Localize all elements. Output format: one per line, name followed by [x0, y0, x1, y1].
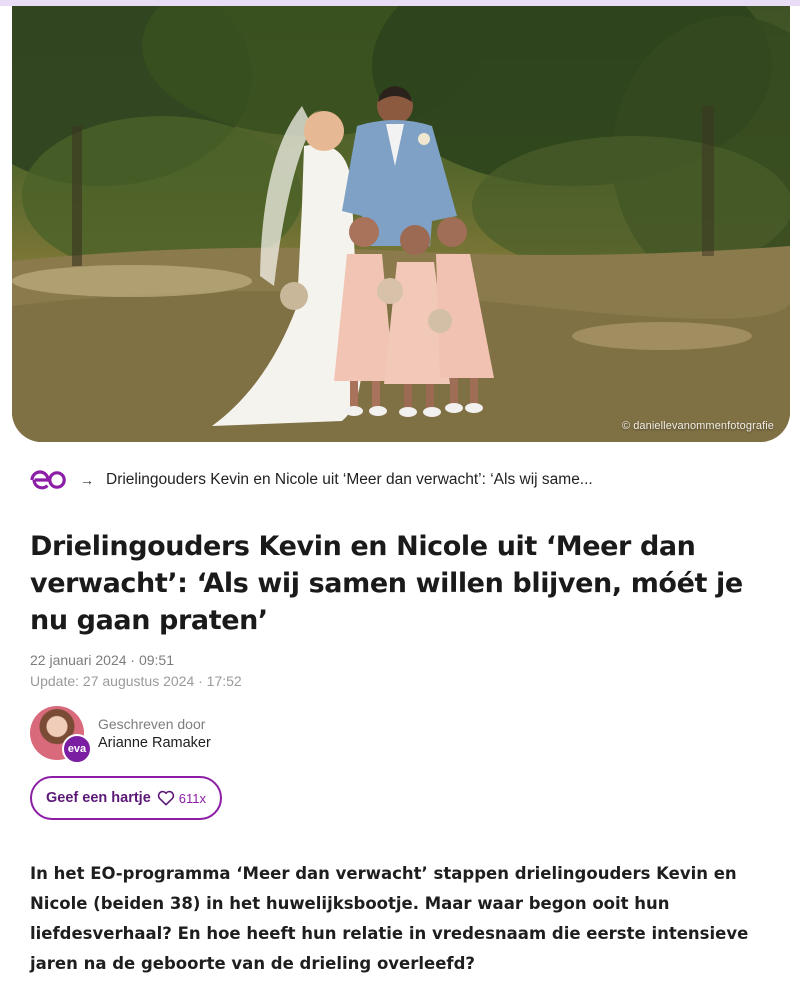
like-button-label: Geef een hartje	[46, 790, 151, 806]
hero-photo: © daniellevanommenfotografie	[12, 6, 790, 442]
update-date: Update: 27 augustus 2024 · 17:52	[30, 673, 242, 689]
article-title: Drielingouders Kevin en Nicole uit ‘Meer…	[30, 531, 743, 636]
breadcrumb: → Drielingouders Kevin en Nicole uit ‘Me…	[30, 466, 593, 494]
photo-credit: © daniellevanommenfotografie	[621, 420, 774, 432]
heart-outline-icon	[157, 790, 174, 806]
eva-badge: eva	[62, 734, 92, 764]
article-intro: In het EO-programma ‘Meer dan verwacht’ …	[30, 864, 749, 973]
eo-logo[interactable]	[30, 469, 66, 491]
like-count: 611x	[178, 790, 206, 806]
publish-date: 22 januari 2024 · 09:51	[30, 652, 174, 668]
arrow-right-icon: →	[80, 472, 94, 488]
author-avatar[interactable]: eva	[30, 706, 92, 764]
wedding-photo-illustration	[12, 6, 790, 442]
author-label: Geschreven door	[98, 715, 206, 732]
author-name[interactable]: Arianne Ramaker	[98, 735, 211, 751]
like-button[interactable]: Geef een hartje 611x	[30, 776, 222, 820]
author-block: eva Geschreven door Arianne Ramaker	[30, 706, 211, 764]
breadcrumb-current: Drielingouders Kevin en Nicole uit ‘Meer…	[106, 471, 593, 488]
